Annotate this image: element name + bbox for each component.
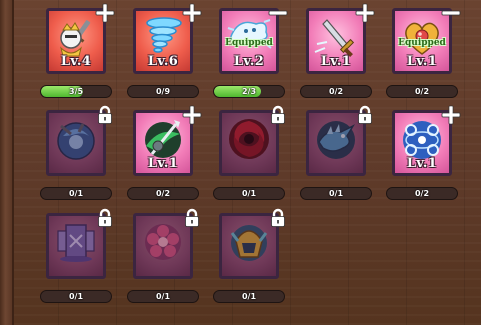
locked-badge (267, 207, 289, 229)
progress-text: 0/1 (68, 292, 84, 301)
plus-icon (441, 105, 461, 125)
skill-slot-green-spear[interactable]: Lv.1 0/2 (127, 105, 202, 202)
skill-progress-bar: 2/3 (213, 85, 285, 98)
skill-slot-blue-swirl-creature[interactable]: 0/1 (40, 105, 112, 202)
progress-text: 0/2 (328, 87, 344, 96)
remove-skill-button[interactable] (440, 2, 462, 24)
skill-level: Lv.4 (60, 54, 92, 69)
plus-icon (182, 105, 202, 125)
progress-text: 0/2 (414, 87, 430, 96)
progress-text: 0/2 (155, 189, 171, 198)
golden-helmet-icon (230, 225, 268, 261)
progress-text: 3/5 (68, 87, 84, 96)
skill-slot-gold-heart[interactable]: Equipped Lv.1 0/2 (386, 8, 461, 100)
padlock-icon (358, 105, 372, 124)
progress-text: 2/3 (241, 87, 257, 96)
progress-text: 0/1 (241, 189, 257, 198)
totem-shield-icon (57, 224, 95, 262)
skill-slot-tornado[interactable]: Lv.6 0/9 (127, 3, 202, 100)
progress-text: 0/9 (155, 87, 171, 96)
progress-text: 0/1 (241, 292, 257, 301)
skill-slot-knight[interactable]: Lv.4 3/5 (40, 3, 115, 100)
locked-badge (267, 104, 289, 126)
locked-badge (94, 104, 116, 126)
progress-text: 0/1 (68, 189, 84, 198)
skill-progress-bar: 0/1 (127, 290, 199, 303)
add-skill-button[interactable] (181, 2, 203, 24)
wooden-panel-border (0, 0, 14, 325)
minus-icon (441, 10, 461, 16)
skill-progress-bar: 0/2 (386, 85, 458, 98)
locked-badge (94, 207, 116, 229)
minus-icon (268, 10, 288, 16)
skill-progress-bar: 0/2 (300, 85, 372, 98)
red-vortex-icon (229, 119, 269, 159)
skill-progress-bar: 0/1 (213, 187, 285, 200)
progress-text: 0/1 (328, 189, 344, 198)
skill-level: Lv.1 (147, 156, 179, 171)
padlock-icon (185, 208, 199, 227)
padlock-icon (271, 208, 285, 227)
skill-level: Lv.6 (147, 54, 179, 69)
progress-text: 0/1 (155, 292, 171, 301)
skill-slot-totem-shield[interactable]: 0/1 (40, 208, 112, 305)
locked-badge (354, 104, 376, 126)
skill-level: Lv.1 (406, 54, 438, 69)
equipped-label: Equipped (398, 38, 446, 48)
skill-level: Lv.1 (320, 54, 352, 69)
skill-progress-bar: 0/2 (127, 187, 199, 200)
locked-badge (181, 207, 203, 229)
skill-progress-bar: 0/1 (300, 187, 372, 200)
flower-burst-icon (145, 224, 181, 260)
add-skill-button[interactable] (181, 104, 203, 126)
skill-progress-bar: 0/1 (40, 187, 112, 200)
skill-slot-ice-spirit[interactable]: Equipped Lv.2 2/3 (213, 8, 288, 100)
add-skill-button[interactable] (354, 2, 376, 24)
remove-skill-button[interactable] (267, 2, 289, 24)
skill-slot-orbit-rings[interactable]: Lv.1 0/2 (386, 105, 461, 202)
skill-level: Lv.2 (233, 54, 265, 69)
skill-slot-ice-dragon[interactable]: 0/1 (300, 105, 372, 202)
padlock-icon (98, 105, 112, 124)
skill-progress-bar: 3/5 (40, 85, 112, 98)
plus-icon (182, 3, 202, 23)
skill-progress-bar: 0/1 (213, 290, 285, 303)
blue-swirl-creature-icon (57, 122, 95, 160)
equipped-label: Equipped (225, 38, 273, 48)
padlock-icon (98, 208, 112, 227)
add-skill-button[interactable] (94, 2, 116, 24)
skill-slot-golden-helmet[interactable]: 0/1 (213, 208, 285, 305)
plus-icon (95, 3, 115, 23)
skill-level: Lv.1 (406, 156, 438, 171)
skill-progress-bar: 0/1 (40, 290, 112, 303)
skill-slot-red-vortex[interactable]: 0/1 (213, 105, 285, 202)
skill-slot-sword[interactable]: Lv.1 0/2 (300, 3, 375, 100)
progress-text: 0/2 (414, 189, 430, 198)
add-skill-button[interactable] (440, 104, 462, 126)
plus-icon (355, 3, 375, 23)
skill-progress-bar: 0/9 (127, 85, 199, 98)
padlock-icon (271, 105, 285, 124)
ice-dragon-icon (317, 121, 355, 159)
skill-slot-flower-burst[interactable]: 0/1 (127, 208, 199, 305)
skill-progress-bar: 0/2 (386, 187, 458, 200)
